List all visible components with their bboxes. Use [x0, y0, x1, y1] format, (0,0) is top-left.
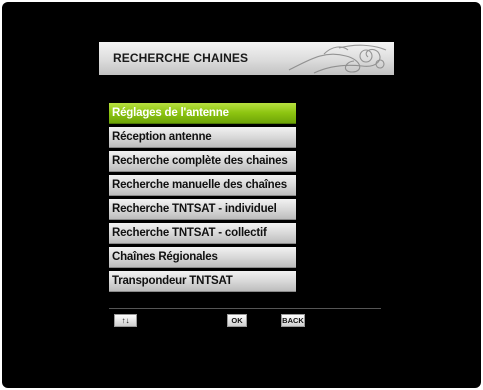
menu-item-tntsat-collectif[interactable]: Recherche TNTSAT - collectif: [109, 223, 296, 244]
page-title: RECHERCHE CHAINES: [113, 51, 249, 65]
back-key-label: BACK: [282, 316, 304, 325]
up-down-arrows-label: ↑↓: [121, 316, 130, 325]
menu-list: Réglages de l'antenne Réception antenne …: [109, 103, 296, 295]
menu-item-reception-antenne[interactable]: Réception antenne: [109, 127, 296, 148]
footer-divider: [109, 308, 381, 309]
tv-screen: RECHERCHE CHAINES Réglages de l'antenne …: [2, 2, 481, 388]
ok-key-label: OK: [231, 316, 243, 325]
menu-item-recherche-manuelle[interactable]: Recherche manuelle des chaînes: [109, 175, 296, 196]
menu-item-transpondeur-tntsat[interactable]: Transpondeur TNTSAT: [109, 271, 296, 292]
menu-item-tntsat-individuel[interactable]: Recherche TNTSAT - individuel: [109, 199, 296, 220]
back-key-icon: BACK: [281, 314, 305, 327]
menu-item-recherche-complete[interactable]: Recherche complète des chaines: [109, 151, 296, 172]
swirl-ornament-icon: [288, 44, 387, 74]
menu-item-chaines-regionales[interactable]: Chaînes Régionales: [109, 247, 296, 268]
ok-key-icon: OK: [227, 314, 247, 327]
title-bar: RECHERCHE CHAINES: [99, 42, 394, 75]
up-down-arrows-icon: ↑↓: [114, 314, 137, 327]
menu-item-reglages-antenne[interactable]: Réglages de l'antenne: [109, 103, 296, 124]
